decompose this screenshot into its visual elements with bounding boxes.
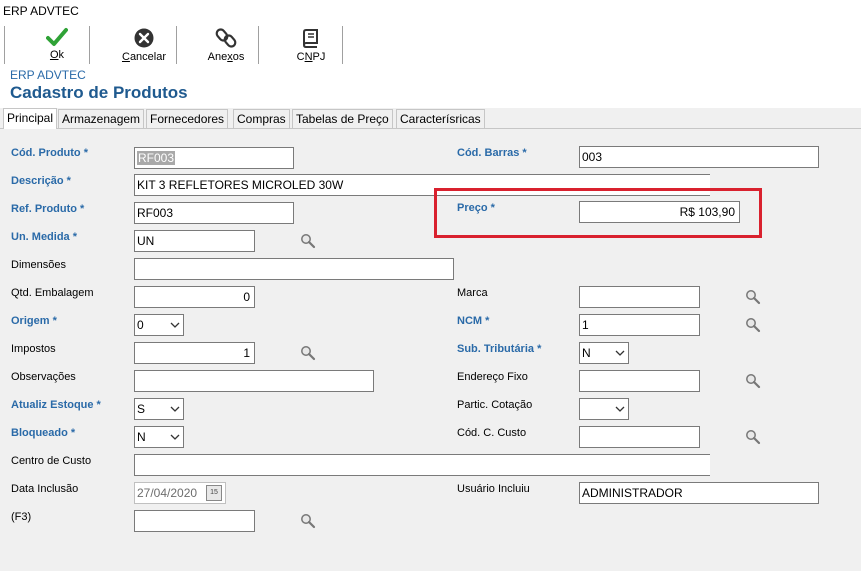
un-medida-input[interactable]: UN <box>134 230 255 252</box>
tab-principal[interactable]: Principal <box>3 108 58 129</box>
data-inclusao-label: Data Inclusão <box>11 483 79 495</box>
cancel-button[interactable]: Cancelar <box>116 24 172 66</box>
attachments-button[interactable]: Anexos <box>200 24 252 66</box>
ok-button[interactable]: Ok <box>30 24 84 66</box>
bloqueado-select[interactable]: N <box>134 426 184 448</box>
cod-barras-label: Cód. Barras * <box>457 147 527 159</box>
qtd-embalagem-input[interactable]: 0 <box>134 286 255 308</box>
tab-caracteristicas[interactable]: Caracterísricas <box>396 109 485 128</box>
window-title: ERP ADVTEC <box>3 4 79 18</box>
form-header: ERP ADVTEC Cadastro de Produtos <box>0 66 861 108</box>
impostos-label: Impostos <box>11 343 56 355</box>
toolbar-separator <box>176 26 177 64</box>
endereco-fixo-label: Endereço Fixo <box>457 371 528 383</box>
tab-strip: Principal Armazenagem Fornecedores Compr… <box>0 108 861 129</box>
paperclip-link-icon <box>215 28 237 48</box>
f3-input[interactable] <box>134 510 255 532</box>
tab-tabelas-de-preco[interactable]: Tabelas de Preço <box>292 109 393 128</box>
price-highlight-box <box>434 188 762 238</box>
cod-produto-label: Cód. Produto * <box>11 147 88 159</box>
ncm-input[interactable]: 1 <box>579 314 700 336</box>
sub-tributaria-select[interactable]: N <box>579 342 629 364</box>
f3-label: (F3) <box>11 511 32 523</box>
dimensoes-input[interactable] <box>134 258 454 280</box>
atualiz-estoque-label: Atualiz Estoque * <box>11 399 101 411</box>
cod-c-custo-label: Cód. C. Custo <box>457 427 527 439</box>
centro-custo-input[interactable] <box>134 454 710 476</box>
cod-produto-input[interactable]: RF003 <box>134 147 294 169</box>
search-icon[interactable] <box>745 317 761 333</box>
observacoes-input[interactable] <box>134 370 374 392</box>
search-icon[interactable] <box>745 289 761 305</box>
cod-c-custo-input[interactable] <box>579 426 700 448</box>
chevron-down-icon <box>615 350 625 356</box>
toolbar-separator <box>258 26 259 64</box>
observacoes-label: Observações <box>11 371 76 383</box>
cnpj-button[interactable]: CNPJ <box>288 24 334 66</box>
chevron-down-icon <box>170 322 180 328</box>
toolbar-separator <box>342 26 343 64</box>
calendar-icon: 15 <box>206 485 222 501</box>
centro-custo-label: Centro de Custo <box>11 455 92 467</box>
marca-label: Marca <box>457 287 488 299</box>
tab-fornecedores[interactable]: Fornecedores <box>146 109 229 128</box>
window-titlebar: ERP ADVTEC <box>0 0 861 24</box>
search-icon[interactable] <box>300 513 316 529</box>
toolbar: Ok Cancelar Anexos CNPJ <box>0 24 861 66</box>
qtd-embalagem-label: Qtd. Embalagem <box>11 287 94 299</box>
book-icon <box>302 29 318 48</box>
endereco-fixo-input[interactable] <box>579 370 700 392</box>
search-icon[interactable] <box>300 233 316 249</box>
toolbar-separator <box>89 26 90 64</box>
dimensoes-label: Dimensões <box>11 259 67 271</box>
impostos-input[interactable]: 1 <box>134 342 255 364</box>
origem-select[interactable]: 0 <box>134 314 184 336</box>
toolbar-separator <box>4 26 5 64</box>
app-name: ERP ADVTEC <box>10 68 86 82</box>
origem-label: Origem * <box>11 315 57 327</box>
search-icon[interactable] <box>745 429 761 445</box>
search-icon[interactable] <box>745 373 761 389</box>
partic-cotacao-label: Partic. Cotação <box>457 399 533 411</box>
ref-produto-input[interactable]: RF003 <box>134 202 294 224</box>
chevron-down-icon <box>170 434 180 440</box>
sub-tributaria-label: Sub. Tributária * <box>457 343 542 355</box>
partic-cotacao-select[interactable] <box>579 398 629 420</box>
tab-compras[interactable]: Compras <box>233 109 290 128</box>
usuario-incluiu-label: Usuário Incluiu <box>457 483 530 495</box>
search-icon[interactable] <box>300 345 316 361</box>
chevron-down-icon <box>170 406 180 412</box>
usuario-incluiu-input[interactable]: ADMINISTRADOR <box>579 482 819 504</box>
page-title: Cadastro de Produtos <box>10 83 188 102</box>
ref-produto-label: Ref. Produto * <box>11 203 85 215</box>
descricao-label: Descrição * <box>11 175 71 187</box>
marca-input[interactable] <box>579 286 700 308</box>
atualiz-estoque-select[interactable]: S <box>134 398 184 420</box>
chevron-down-icon <box>615 406 625 412</box>
tab-armazenagem[interactable]: Armazenagem <box>58 109 145 128</box>
cod-barras-input[interactable]: 003 <box>579 146 819 168</box>
ncm-label: NCM * <box>457 315 490 327</box>
check-icon <box>46 28 68 46</box>
un-medida-label: Un. Medida * <box>11 231 78 243</box>
bloqueado-label: Bloqueado * <box>11 427 76 439</box>
cancel-icon <box>134 28 154 48</box>
